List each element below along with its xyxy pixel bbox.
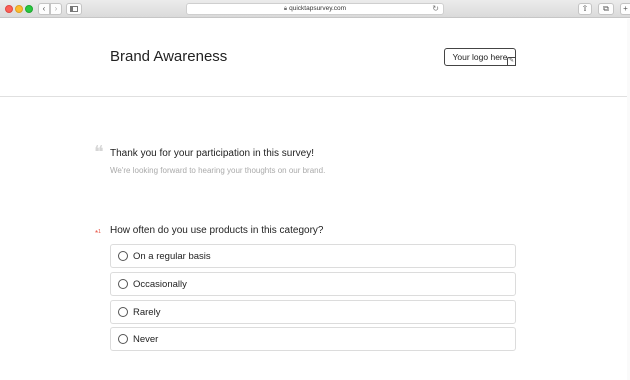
intro-subtitle: We're looking forward to hearing your th…	[110, 166, 326, 175]
reload-icon[interactable]: ↻	[432, 4, 439, 14]
question-number: 1	[98, 229, 101, 235]
question-text: How often do you use products in this ca…	[110, 225, 324, 236]
option-label: Rarely	[133, 307, 161, 318]
tab-overview-button[interactable]: ⧉	[598, 3, 614, 15]
radio-button[interactable]	[118, 279, 128, 289]
browser-window: ‹ › 🔒︎ quicktapsurvey.com ↻ ⇧ ⧉ + Brand A…	[0, 0, 630, 380]
plus-icon: +	[623, 4, 628, 13]
lock-icon: 🔒︎	[283, 6, 288, 12]
page-title: Brand Awareness	[110, 48, 228, 65]
sidebar-icon	[70, 6, 78, 12]
browser-toolbar: ‹ › 🔒︎ quicktapsurvey.com ↻ ⇧ ⧉ +	[0, 0, 630, 18]
chevron-left-icon: ‹	[42, 4, 46, 13]
close-window-button[interactable]	[5, 5, 13, 13]
zoom-window-button[interactable]	[25, 5, 33, 13]
radio-button[interactable]	[118, 307, 128, 317]
option-label: On a regular basis	[133, 251, 211, 262]
survey-header: Brand Awareness Your logo here ✎	[0, 19, 630, 97]
logo-text: Your logo here	[452, 52, 508, 62]
radio-button[interactable]	[118, 334, 128, 344]
share-button[interactable]: ⇧	[578, 3, 592, 15]
share-icon: ⇧	[581, 4, 589, 13]
sidebar-toggle-button[interactable]	[66, 3, 82, 15]
tabs-icon: ⧉	[603, 4, 609, 13]
answer-option[interactable]: Never	[110, 327, 516, 351]
chevron-right-icon: ›	[54, 4, 58, 13]
forward-button[interactable]: ›	[50, 3, 62, 15]
answer-option[interactable]: Rarely	[110, 300, 516, 324]
option-label: Never	[133, 334, 159, 345]
back-button[interactable]: ‹	[38, 3, 50, 15]
answer-option[interactable]: Occasionally	[110, 272, 516, 296]
survey-page: Brand Awareness Your logo here ✎ ❝ Thank…	[0, 19, 630, 380]
intro-title: Thank you for your participation in this…	[110, 148, 314, 159]
url-text: quicktapsurvey.com	[289, 5, 347, 12]
minimize-window-button[interactable]	[15, 5, 23, 13]
address-bar[interactable]: 🔒︎ quicktapsurvey.com ↻	[186, 3, 444, 15]
quote-icon: ❝	[94, 142, 104, 163]
new-tab-button[interactable]: +	[620, 3, 630, 15]
required-marker: *1	[95, 229, 101, 238]
radio-button[interactable]	[118, 251, 128, 261]
logo-placeholder[interactable]: Your logo here ✎	[444, 48, 516, 66]
answer-option[interactable]: On a regular basis	[110, 244, 516, 268]
option-label: Occasionally	[133, 279, 187, 290]
edit-icon[interactable]: ✎	[507, 57, 516, 66]
